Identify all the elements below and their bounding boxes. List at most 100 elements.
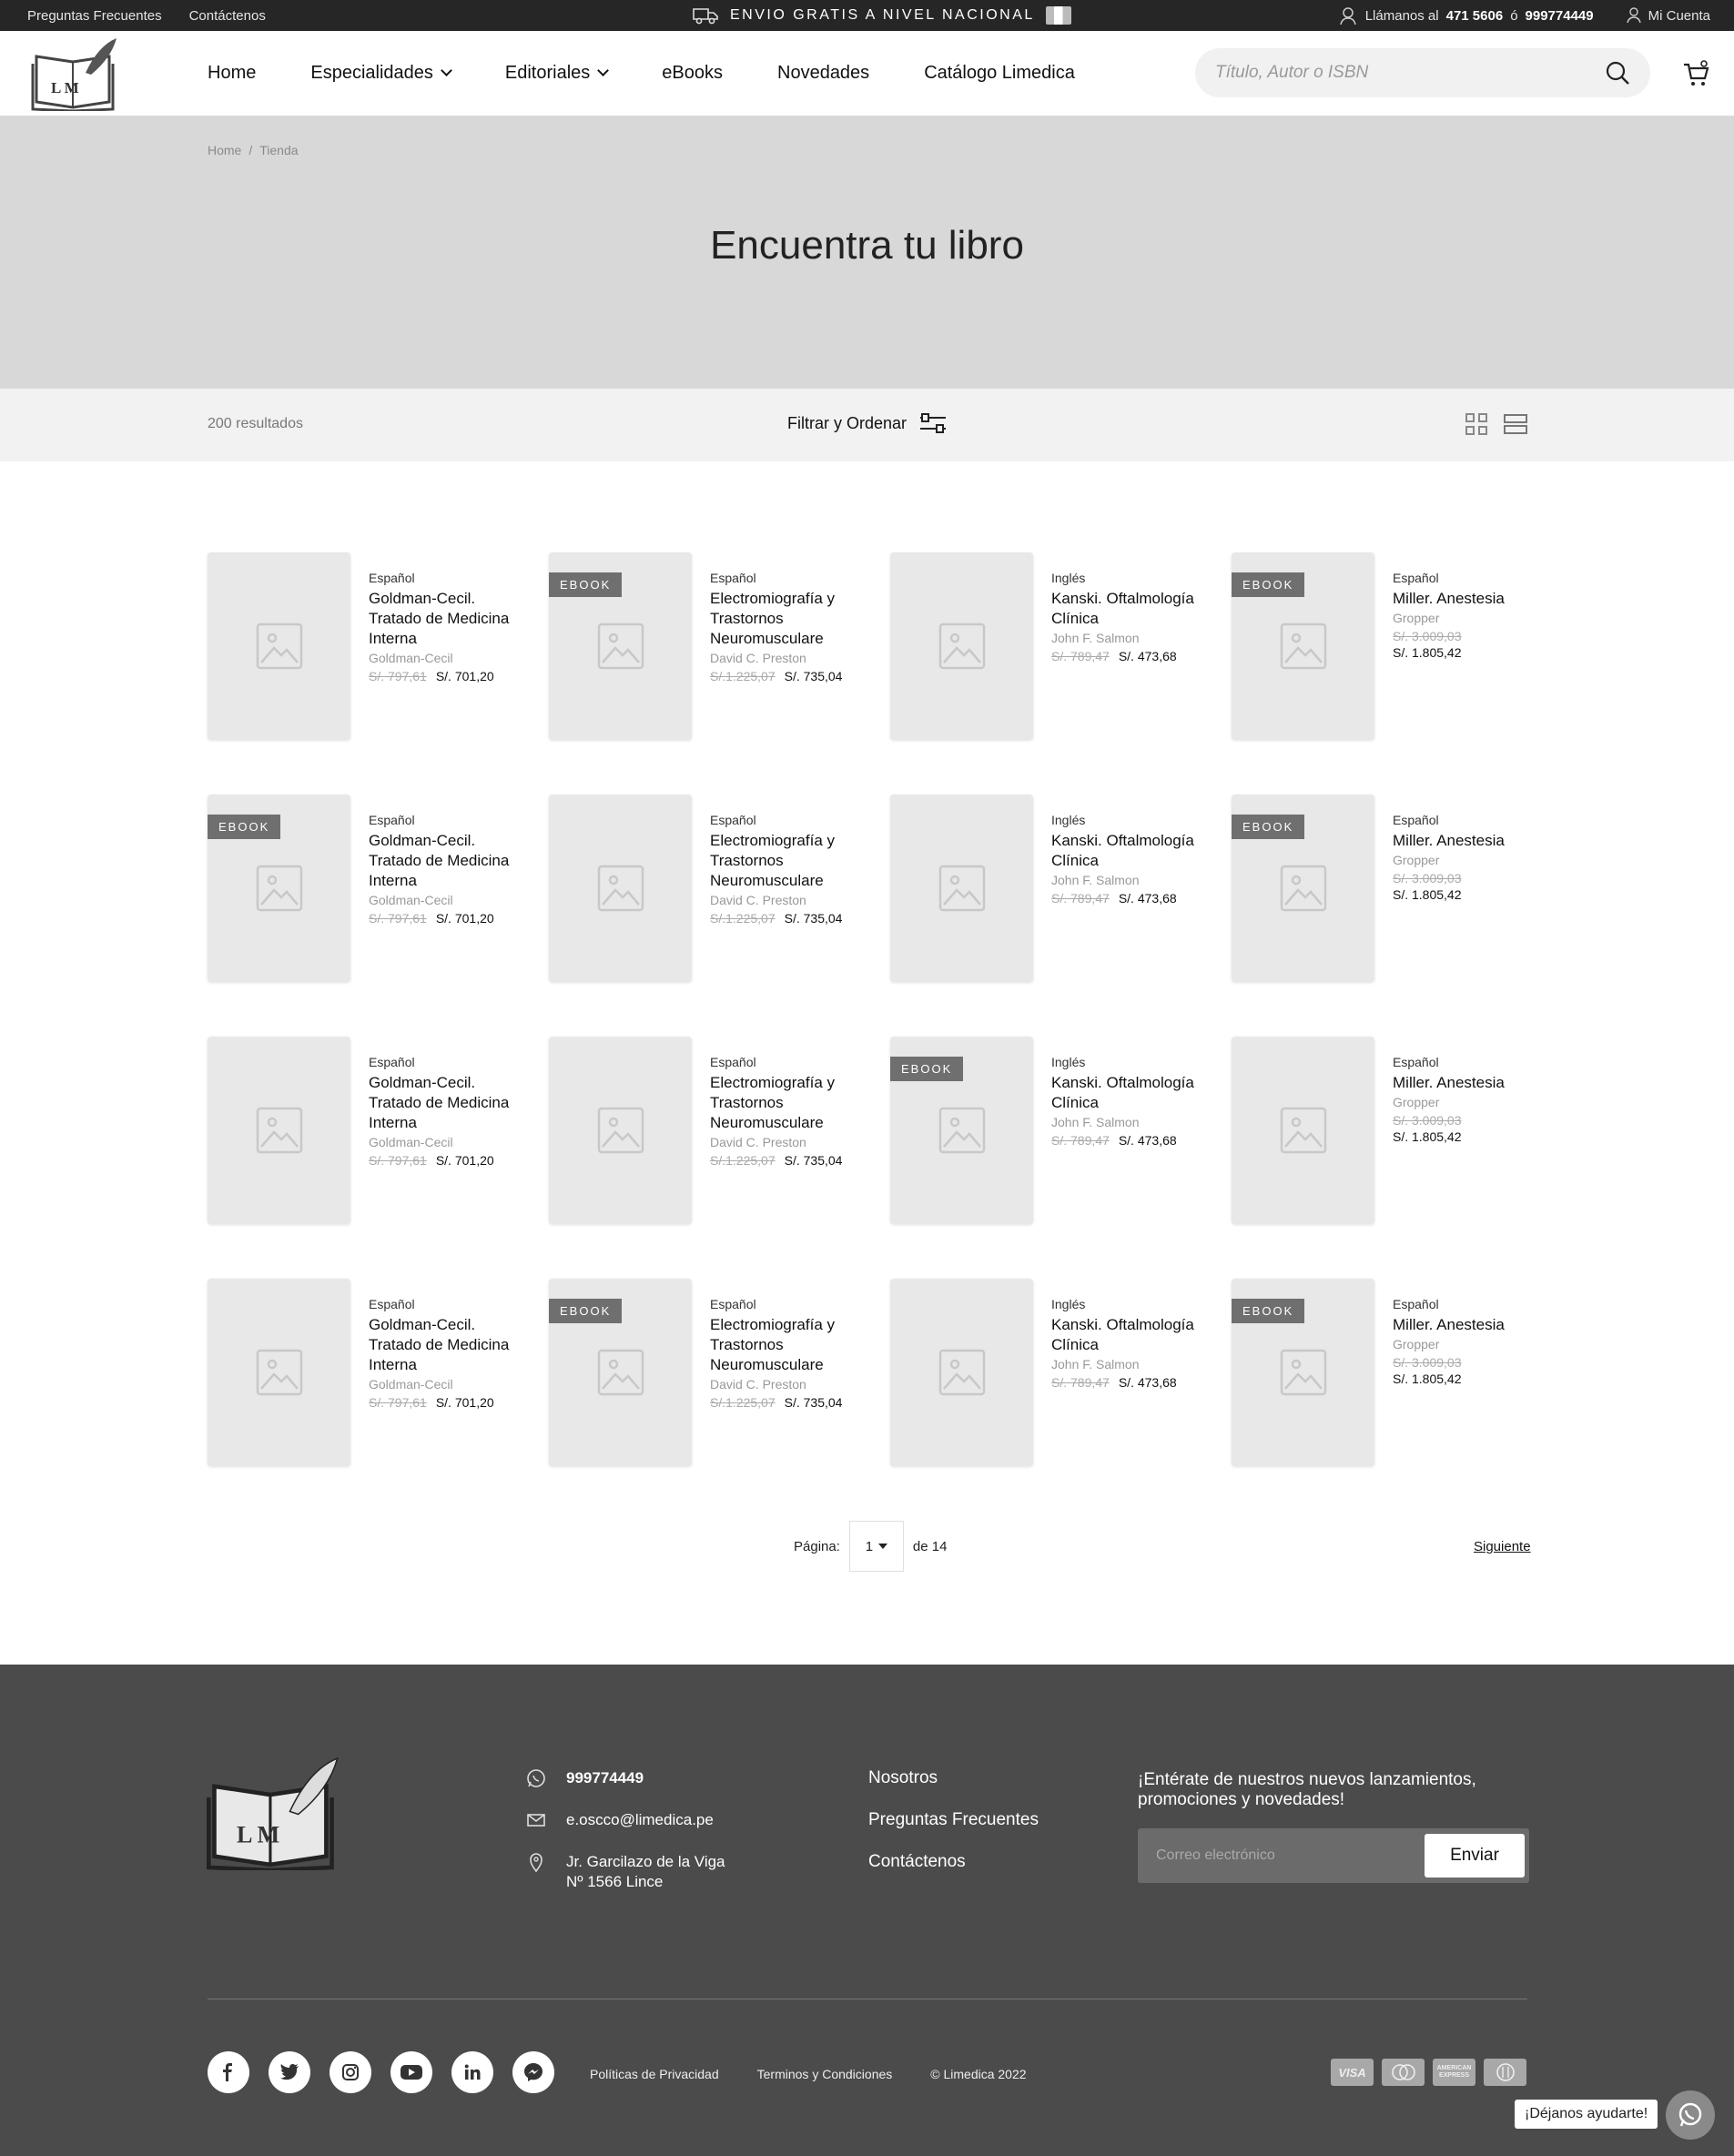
twitter-icon[interactable] xyxy=(269,2051,310,2093)
nav-editoriales[interactable]: Editoriales xyxy=(505,63,610,84)
product-card[interactable]: Español Goldman-Cecil. Tratado de Medici… xyxy=(208,1279,532,1466)
cart-icon[interactable] xyxy=(1682,60,1709,87)
product-title[interactable]: Kanski. Oftalmología Clínica xyxy=(1051,589,1211,629)
product-title[interactable]: Goldman-Cecil. Tratado de Medicina Inter… xyxy=(369,1315,528,1375)
product-card[interactable]: Inglés Kanski. Oftalmología Clínica John… xyxy=(890,795,1215,982)
product-price: S/. 1.805,42 xyxy=(1393,645,1462,660)
phone-number-1[interactable]: 471 5606 xyxy=(1446,8,1504,24)
product-title[interactable]: Goldman-Cecil. Tratado de Medicina Inter… xyxy=(369,1073,528,1133)
newsletter-send-button[interactable]: Enviar xyxy=(1425,1834,1525,1878)
limedica-logo[interactable]: L M xyxy=(31,36,118,111)
product-image[interactable] xyxy=(208,1037,350,1224)
product-title[interactable]: Electromiografía y Trastornos Neuromuscu… xyxy=(710,589,869,649)
product-card[interactable]: Español Goldman-Cecil. Tratado de Medici… xyxy=(208,1037,532,1224)
product-card[interactable]: Español Miller. Anestesia Gropper S/. 3.… xyxy=(1232,1037,1557,1224)
product-image[interactable] xyxy=(549,1037,692,1224)
product-title[interactable]: Goldman-Cecil. Tratado de Medicina Inter… xyxy=(369,831,528,891)
product-title[interactable]: Miller. Anestesia xyxy=(1393,1073,1552,1093)
product-title[interactable]: Miller. Anestesia xyxy=(1393,1315,1552,1335)
search-input[interactable] xyxy=(1215,63,1605,83)
product-prices: S/. 3.009,03 S/. 1.805,42 xyxy=(1393,1113,1552,1144)
image-placeholder-icon xyxy=(256,623,302,670)
product-card[interactable]: EBOOK Español Miller. Anestesia Gropper … xyxy=(1232,1279,1557,1466)
pagination: Página: 1 de 14 xyxy=(794,1521,947,1572)
contact-link[interactable]: Contáctenos xyxy=(189,8,266,24)
product-title[interactable]: Electromiografía y Trastornos Neuromuscu… xyxy=(710,1073,869,1133)
footer-link-faq[interactable]: Preguntas Frecuentes xyxy=(868,1810,1039,1830)
whatsapp-chat-button[interactable] xyxy=(1666,2090,1715,2140)
product-info: Español Goldman-Cecil. Tratado de Medici… xyxy=(369,571,528,683)
instagram-icon[interactable] xyxy=(330,2051,371,2093)
image-placeholder-icon xyxy=(938,623,985,670)
list-view-icon[interactable] xyxy=(1504,413,1527,435)
product-card[interactable]: Inglés Kanski. Oftalmología Clínica John… xyxy=(890,1279,1215,1466)
product-title[interactable]: Miller. Anestesia xyxy=(1393,589,1552,609)
footer-address: Jr. Garcilazo de la Viga Nº 1566 Lince xyxy=(526,1852,725,1892)
product-card[interactable]: EBOOK Español Miller. Anestesia Gropper … xyxy=(1232,795,1557,982)
newsletter-email-input[interactable] xyxy=(1156,1847,1425,1864)
search-icon[interactable] xyxy=(1605,60,1630,86)
privacy-link[interactable]: Políticas de Privacidad xyxy=(590,2067,719,2081)
account-link[interactable]: Mi Cuenta xyxy=(1648,8,1710,24)
product-card[interactable]: EBOOK Español Electromiografía y Trastor… xyxy=(549,552,874,740)
product-title[interactable]: Electromiografía y Trastornos Neuromuscu… xyxy=(710,1315,869,1375)
footer: L M 999774449 e.oscco@limedica.pe Jr. Ga… xyxy=(0,1665,1734,2156)
faq-link[interactable]: Preguntas Frecuentes xyxy=(27,8,162,24)
footer-link-contact[interactable]: Contáctenos xyxy=(868,1852,1039,1872)
logo-text: L M xyxy=(51,79,79,96)
nav-home[interactable]: Home xyxy=(208,63,256,84)
product-language: Español xyxy=(369,571,415,585)
terms-link[interactable]: Terminos y Condiciones xyxy=(757,2067,893,2081)
product-card[interactable]: Español Electromiografía y Trastornos Ne… xyxy=(549,1037,874,1224)
product-image[interactable] xyxy=(208,552,350,740)
grid-view-icon[interactable] xyxy=(1465,413,1487,435)
product-image[interactable] xyxy=(890,795,1033,982)
footer-email[interactable]: e.oscco@limedica.pe xyxy=(526,1810,725,1830)
footer-links: Nosotros Preguntas Frecuentes Contácteno… xyxy=(868,1768,1039,1894)
product-old-price: S/. 797,61 xyxy=(369,1153,427,1168)
nav-ebooks-label: eBooks xyxy=(662,63,723,83)
youtube-icon[interactable] xyxy=(390,2051,432,2093)
caret-down-icon xyxy=(878,1544,888,1549)
footer-phone[interactable]: 999774449 xyxy=(526,1768,725,1788)
phone-number-2[interactable]: 999774449 xyxy=(1526,8,1594,24)
product-card[interactable]: EBOOK Español Goldman-Cecil. Tratado de … xyxy=(208,795,532,982)
product-card[interactable]: Español Electromiografía y Trastornos Ne… xyxy=(549,795,874,982)
product-image[interactable] xyxy=(890,1279,1033,1466)
product-info: Español Electromiografía y Trastornos Ne… xyxy=(710,1297,869,1410)
product-old-price: S/.1.225,07 xyxy=(710,911,776,926)
next-page-link[interactable]: Siguiente xyxy=(1474,1539,1531,1554)
product-title[interactable]: Electromiografía y Trastornos Neuromuscu… xyxy=(710,831,869,891)
product-card[interactable]: Español Goldman-Cecil. Tratado de Medici… xyxy=(208,552,532,740)
nav-novedades[interactable]: Novedades xyxy=(777,63,869,84)
newsletter: ¡Entérate de nuestros nuevos lanzamiento… xyxy=(1138,1770,1529,1883)
diners-card-icon xyxy=(1484,2059,1526,2086)
footer-logo-text: L M xyxy=(237,1821,279,1847)
product-title[interactable]: Kanski. Oftalmología Clínica xyxy=(1051,1315,1211,1355)
product-image[interactable] xyxy=(1232,1037,1374,1224)
product-card[interactable]: EBOOK Inglés Kanski. Oftalmología Clínic… xyxy=(890,1037,1215,1224)
shipping-banner: ENVIO GRATIS A NIVEL NACIONAL xyxy=(692,0,1071,31)
help-chat-label[interactable]: ¡Déjanos ayudarte! xyxy=(1515,2100,1658,2129)
product-title[interactable]: Kanski. Oftalmología Clínica xyxy=(1051,1073,1211,1113)
footer-link-nosotros[interactable]: Nosotros xyxy=(868,1768,1039,1788)
footer-logo[interactable]: L M xyxy=(206,1756,340,1870)
breadcrumb-home[interactable]: Home xyxy=(208,143,241,157)
linkedin-icon[interactable] xyxy=(451,2051,493,2093)
facebook-icon[interactable] xyxy=(208,2051,249,2093)
product-card[interactable]: EBOOK Español Miller. Anestesia Gropper … xyxy=(1232,552,1557,740)
page-select[interactable]: 1 xyxy=(848,1521,904,1572)
nav-catalogo[interactable]: Catálogo Limedica xyxy=(924,63,1075,84)
product-title[interactable]: Goldman-Cecil. Tratado de Medicina Inter… xyxy=(369,589,528,649)
product-image[interactable] xyxy=(549,795,692,982)
product-title[interactable]: Miller. Anestesia xyxy=(1393,831,1552,851)
messenger-icon[interactable] xyxy=(512,2051,554,2093)
product-image[interactable] xyxy=(208,1279,350,1466)
product-card[interactable]: EBOOK Español Electromiografía y Trastor… xyxy=(549,1279,874,1466)
nav-especialidades[interactable]: Especialidades xyxy=(310,63,452,84)
filter-sort-button[interactable]: Filtrar y Ordenar xyxy=(787,412,947,434)
product-image[interactable] xyxy=(890,552,1033,740)
product-card[interactable]: Inglés Kanski. Oftalmología Clínica John… xyxy=(890,552,1215,740)
product-title[interactable]: Kanski. Oftalmología Clínica xyxy=(1051,831,1211,871)
nav-ebooks[interactable]: eBooks xyxy=(662,63,723,84)
